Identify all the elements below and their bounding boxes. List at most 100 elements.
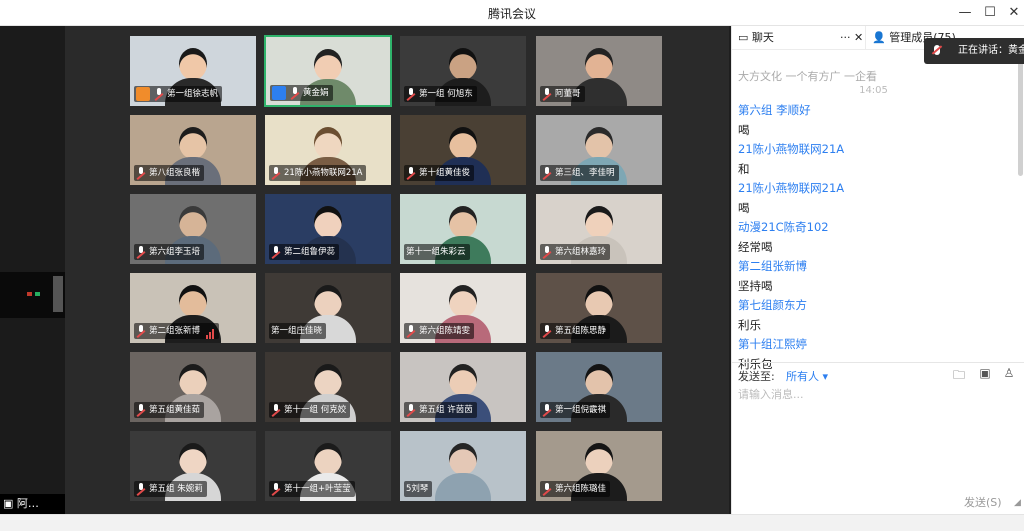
video-tile[interactable]: 第二组张新博 xyxy=(129,272,257,344)
signal-strength-icon xyxy=(206,323,215,339)
participant-head xyxy=(449,443,477,475)
participant-head xyxy=(179,48,207,80)
screenshot-icon[interactable]: ▣ xyxy=(976,366,994,382)
video-tile[interactable]: 第六组陈璐佳 xyxy=(535,430,663,502)
participant-label: 第六组林嘉玲 xyxy=(540,244,611,260)
minimize-button[interactable]: — xyxy=(956,4,974,22)
muted-mic-icon xyxy=(271,404,281,416)
video-tile[interactable]: 第一组庄佳晓 xyxy=(264,272,392,344)
participant-name: 第三组、李佳明 xyxy=(555,168,615,178)
video-tile[interactable]: 阿董哥 xyxy=(535,35,663,107)
message-sender[interactable]: 21陈小燕物联网21A xyxy=(738,141,844,157)
video-tile[interactable]: 第十一组朱彩云 xyxy=(399,193,527,265)
participant-head xyxy=(585,206,613,238)
participant-label: 第八组张良楷 xyxy=(134,165,205,181)
message-sender[interactable]: 第十组江熙婷 xyxy=(738,336,807,352)
video-tile[interactable]: 第六组林嘉玲 xyxy=(535,193,663,265)
tab-chat[interactable]: ▭ 聊天 ··· ✕ xyxy=(732,26,866,50)
video-tile[interactable]: 21陈小燕物联网21A xyxy=(264,114,392,186)
participant-label: 第五组 朱婉莉 xyxy=(134,481,207,497)
video-tile[interactable]: 第六组李玉培 xyxy=(129,193,257,265)
participant-head xyxy=(179,364,207,396)
participant-head xyxy=(314,285,342,317)
participant-name: 第一组庄佳晓 xyxy=(271,326,323,336)
video-tile[interactable]: 第六组陈靖雯 xyxy=(399,272,527,344)
shared-screen-thumbnail[interactable] xyxy=(0,272,65,318)
message-text: 利乐 xyxy=(738,317,761,332)
participant-name: 第五组 朱婉莉 xyxy=(149,484,203,494)
video-tile[interactable]: 第十组黄佳俊 xyxy=(399,114,527,186)
message-sender[interactable]: 动漫21C陈奇102 xyxy=(738,219,829,235)
participant-head xyxy=(314,127,342,159)
participant-label: 第二组鲁伊蕊 xyxy=(269,244,340,260)
message-timestamp: 14:05 xyxy=(859,85,888,96)
muted-mic-icon xyxy=(406,404,416,416)
thumbnail-side-bar xyxy=(53,276,63,312)
video-tile[interactable]: 第八组张良楷 xyxy=(129,114,257,186)
participant-name: 第一组 何旭东 xyxy=(419,89,473,99)
video-tile[interactable]: 第二组鲁伊蕊 xyxy=(264,193,392,265)
participant-name: 第一组徐志帆 xyxy=(167,89,219,99)
video-tile[interactable]: 第五组 朱婉莉 xyxy=(129,430,257,502)
video-tile[interactable]: 第五组 许茵茵 xyxy=(399,351,527,423)
thumbnail-red-mark xyxy=(27,292,32,296)
participant-name: 第五组 许茵茵 xyxy=(419,405,473,415)
message-sender[interactable]: 第七组颜东方 xyxy=(738,297,807,313)
screen-icon: ▣ xyxy=(3,497,14,510)
participant-head xyxy=(314,364,342,396)
folder-icon[interactable]: 🗀 xyxy=(950,366,968,382)
participant-name: 第六组林嘉玲 xyxy=(555,247,607,257)
chat-panel: ▭ 聊天 ··· ✕ 👤 管理成员(75) 大方文化 一个有方广 一企看 14:… xyxy=(731,26,1024,514)
more-button[interactable]: ··· xyxy=(840,26,851,50)
send-to-label: 发送至: xyxy=(738,370,775,383)
participant-name: 第十一组 何克姣 xyxy=(284,405,347,415)
muted-mic-icon xyxy=(406,167,416,179)
participant-name: 第十组黄佳俊 xyxy=(419,168,471,178)
participant-label: 第一组倪霰祺 xyxy=(540,402,611,418)
message-list[interactable]: 大方文化 一个有方广 一企看 14:05 第六组 李顺好喝 21陈小燕物联网21A… xyxy=(732,50,1015,380)
participant-name: 第六组陈璐佳 xyxy=(555,484,607,494)
message-sender[interactable]: 第二组张新博 xyxy=(738,258,807,274)
participant-name: 第五组黄佳茹 xyxy=(149,405,201,415)
send-to-dropdown[interactable]: 所有人 ▾ xyxy=(786,368,828,384)
muted-mic-icon xyxy=(542,325,552,337)
participant-label: 第二组张新博 xyxy=(134,323,220,339)
participant-head xyxy=(179,285,207,317)
title-bar: 腾讯会议 — ☐ ✕ xyxy=(0,0,1024,26)
participant-name: 第十一组+叶莹莹 xyxy=(284,484,351,494)
message-text: 喝 xyxy=(738,200,750,215)
send-button[interactable]: 发送(S) xyxy=(964,494,1002,510)
video-tile[interactable]: 第十一组+叶莹莹 xyxy=(264,430,392,502)
video-tile[interactable]: 第十一组 何克姣 xyxy=(264,351,392,423)
video-tile[interactable]: 第三组、李佳明 xyxy=(535,114,663,186)
participant-label: 第一组庄佳晓 xyxy=(269,323,327,339)
participant-head xyxy=(449,206,477,238)
participant-label: 第五组陈思静 xyxy=(540,323,611,339)
video-tile[interactable]: 第一组倪霰祺 xyxy=(535,351,663,423)
close-chat-button[interactable]: ✕ xyxy=(854,26,863,50)
participant-name: 第八组张良楷 xyxy=(149,168,201,178)
video-tile[interactable]: 黄金娟 xyxy=(264,35,392,107)
participant-name: 第二组张新博 xyxy=(149,326,201,336)
video-tile[interactable]: 第一组 何旭东 xyxy=(399,35,527,107)
person-select-icon[interactable]: ♙ xyxy=(1000,366,1018,382)
participant-name: 黄金娟 xyxy=(303,88,329,98)
video-tile[interactable]: 5刘琴 xyxy=(399,430,527,502)
video-tile[interactable]: 第五组黄佳茹 xyxy=(129,351,257,423)
message-sender[interactable]: 21陈小燕物联网21A xyxy=(738,180,844,196)
message-input[interactable] xyxy=(738,386,1018,486)
video-tile[interactable]: 第一组徐志帆 xyxy=(129,35,257,107)
participant-body xyxy=(435,473,491,501)
resize-handle-icon[interactable]: ◢ xyxy=(1014,498,1021,508)
participant-head xyxy=(449,48,477,80)
panel-divider xyxy=(732,362,1024,363)
maximize-button[interactable]: ☐ xyxy=(981,4,999,22)
participant-head xyxy=(179,443,207,475)
video-tile[interactable]: 第五组陈思静 xyxy=(535,272,663,344)
participant-head xyxy=(179,127,207,159)
message-sender[interactable]: 第六组 李顺好 xyxy=(738,102,811,118)
participant-head xyxy=(314,206,342,238)
close-button[interactable]: ✕ xyxy=(1005,4,1023,22)
message-text: 和 xyxy=(738,161,750,176)
message-scrollbar[interactable] xyxy=(1018,56,1023,176)
